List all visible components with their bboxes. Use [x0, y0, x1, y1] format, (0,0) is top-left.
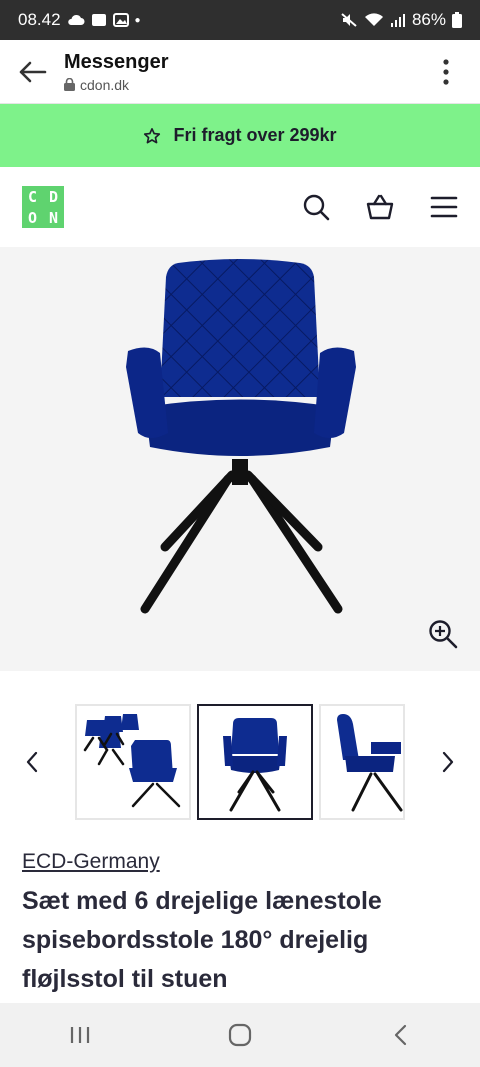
status-time: 08.42 — [18, 10, 61, 29]
lock-icon — [64, 78, 75, 91]
mute-icon — [341, 13, 357, 27]
notification-badge-icon — [91, 14, 106, 26]
chevron-left-icon — [26, 751, 38, 773]
zoom-button[interactable] — [428, 619, 458, 649]
search-button[interactable] — [302, 193, 330, 221]
title-block: Messenger cdon.dk — [64, 51, 426, 93]
chair-front-image — [223, 718, 287, 812]
back-arrow-icon — [19, 61, 47, 82]
hamburger-menu-icon — [430, 196, 458, 218]
chair-side-image — [337, 714, 403, 812]
status-bar: 08.42 ● 86% — [0, 0, 480, 40]
logo-letter: N — [48, 208, 59, 227]
zoom-in-icon — [429, 620, 458, 649]
back-button[interactable] — [0, 40, 64, 104]
url-text: cdon.dk — [80, 76, 130, 93]
cdon-logo[interactable]: C D O N — [22, 186, 64, 228]
battery-percent: 86% — [411, 10, 446, 29]
signal-icon — [390, 14, 405, 27]
image-icon — [112, 13, 129, 27]
previous-image-button[interactable] — [20, 744, 44, 780]
chairs-set-image — [83, 714, 181, 808]
product-main-image[interactable] — [0, 247, 480, 671]
browser-header: Messenger cdon.dk — [0, 40, 480, 104]
more-options-button[interactable] — [426, 40, 466, 104]
search-icon — [303, 194, 330, 221]
browser-title: Messenger — [64, 50, 169, 73]
logo-letter: D — [48, 187, 59, 206]
thumbnail-image-2[interactable] — [197, 704, 313, 820]
url-line: cdon.dk — [64, 77, 426, 93]
promo-banner: Fri fragt over 299kr — [0, 104, 480, 167]
logo-letter: C — [27, 187, 38, 206]
thumbnail-carousel — [0, 700, 480, 824]
star-icon — [144, 127, 161, 143]
product-title: Sæt med 6 drejelige lænestole spisebords… — [22, 887, 382, 993]
recent-apps-icon — [70, 1027, 90, 1043]
system-navigation-bar — [0, 1003, 480, 1067]
logo-letter: O — [27, 208, 38, 227]
cloud-icon — [67, 14, 85, 25]
home-icon — [228, 1023, 252, 1047]
recent-apps-button[interactable] — [60, 1015, 100, 1055]
wifi-icon — [364, 13, 383, 26]
next-image-button[interactable] — [436, 744, 460, 780]
thumbnail-image-1[interactable] — [75, 704, 191, 820]
home-button[interactable] — [220, 1015, 260, 1055]
dot-icon: ● — [134, 14, 141, 26]
site-header: C D O N — [0, 167, 480, 247]
menu-button[interactable] — [430, 193, 458, 221]
kebab-menu-icon — [443, 58, 449, 85]
chair-image — [126, 259, 356, 614]
system-back-button[interactable] — [380, 1015, 420, 1055]
thumbnail-image-3[interactable] — [319, 704, 405, 820]
chevron-right-icon — [442, 751, 454, 773]
system-back-icon — [394, 1024, 407, 1046]
promo-text: Fri fragt over 299kr — [173, 125, 337, 145]
brand-link[interactable]: ECD-Germany — [22, 850, 160, 874]
basket-button[interactable] — [366, 193, 394, 221]
battery-icon — [452, 12, 462, 28]
basket-icon — [366, 194, 394, 220]
